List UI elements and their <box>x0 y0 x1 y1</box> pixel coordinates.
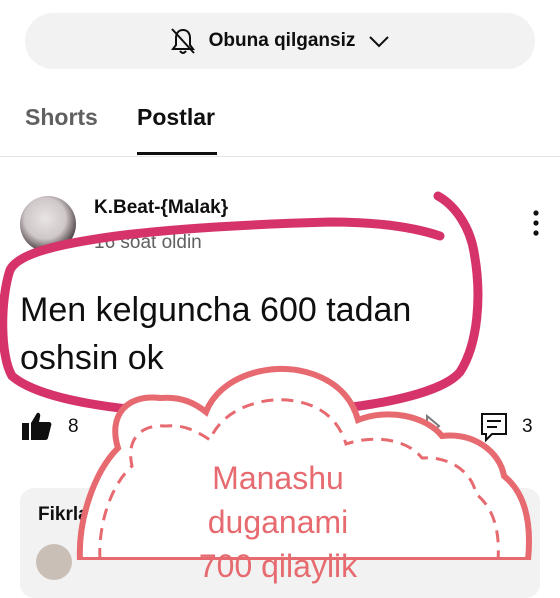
subscribe-button[interactable]: Obuna qilgansiz <box>25 13 535 69</box>
like-count: 8 <box>68 416 79 437</box>
bell-off-icon <box>169 26 197 56</box>
active-tab-indicator <box>137 152 217 155</box>
dislike-icon[interactable] <box>155 410 189 449</box>
sticker-text: Manashu duganami 700 qilaylik <box>198 460 358 584</box>
author-avatar[interactable] <box>20 196 76 252</box>
tab-shorts[interactable]: Shorts <box>25 104 98 131</box>
comment-icon[interactable] <box>478 410 512 449</box>
post-time: 16 soat oldin <box>94 232 202 253</box>
share-icon[interactable] <box>408 410 442 449</box>
chevron-down-icon <box>367 31 391 51</box>
more-options-icon[interactable] <box>526 208 546 238</box>
post-author[interactable]: K.Beat-{Malak} <box>94 197 228 219</box>
comment-count: 3 <box>522 416 533 437</box>
comments-title: Fikrlar <box>38 504 97 525</box>
subscribe-label: Obuna qilgansiz <box>208 30 356 51</box>
commenter-avatar <box>36 544 72 580</box>
post-actions: 8 3 <box>0 406 560 450</box>
channel-tabs: Shorts Postlar <box>0 92 560 157</box>
tab-postlar[interactable]: Postlar <box>137 104 215 131</box>
post-text: Men kelguncha 600 tadan oshsin ok <box>20 291 412 377</box>
like-icon[interactable] <box>20 410 54 449</box>
